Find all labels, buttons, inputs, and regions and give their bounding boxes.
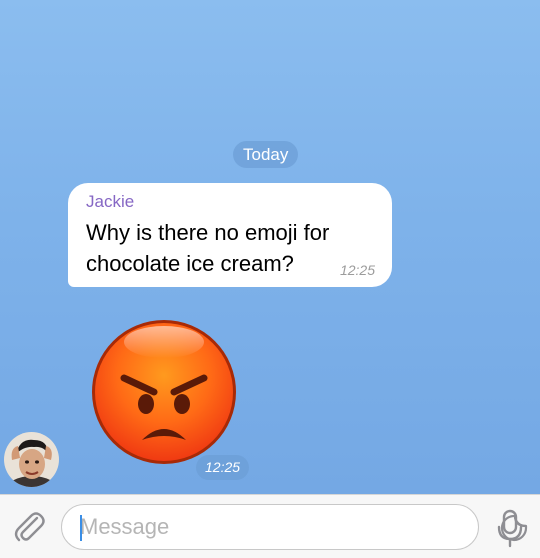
sticker-time-label: 12:25: [205, 459, 241, 475]
chat-background: Today Jackie Why is there no emoji for c…: [0, 0, 540, 494]
date-label: Today: [243, 145, 289, 164]
avatar-portrait: [4, 432, 59, 487]
input-bar: [0, 494, 540, 558]
sticker-time: 12:25: [196, 455, 250, 480]
angry-face-emoji-icon: [92, 320, 236, 464]
message-bubble[interactable]: Jackie Why is there no emoji for chocola…: [68, 183, 392, 287]
paperclip-icon: [14, 512, 45, 542]
sender-name[interactable]: Jackie: [86, 192, 134, 212]
message-input[interactable]: [80, 505, 420, 549]
avatar[interactable]: [4, 432, 59, 487]
angry-face-emoji-sticker[interactable]: [90, 318, 238, 466]
message-field[interactable]: [61, 504, 528, 550]
date-separator: Today: [233, 141, 299, 168]
attach-button[interactable]: [10, 508, 48, 546]
message-time: 12:25: [339, 262, 375, 278]
microphone-icon: [497, 509, 523, 548]
text-caret: [80, 515, 82, 541]
microphone-button[interactable]: [496, 508, 524, 548]
